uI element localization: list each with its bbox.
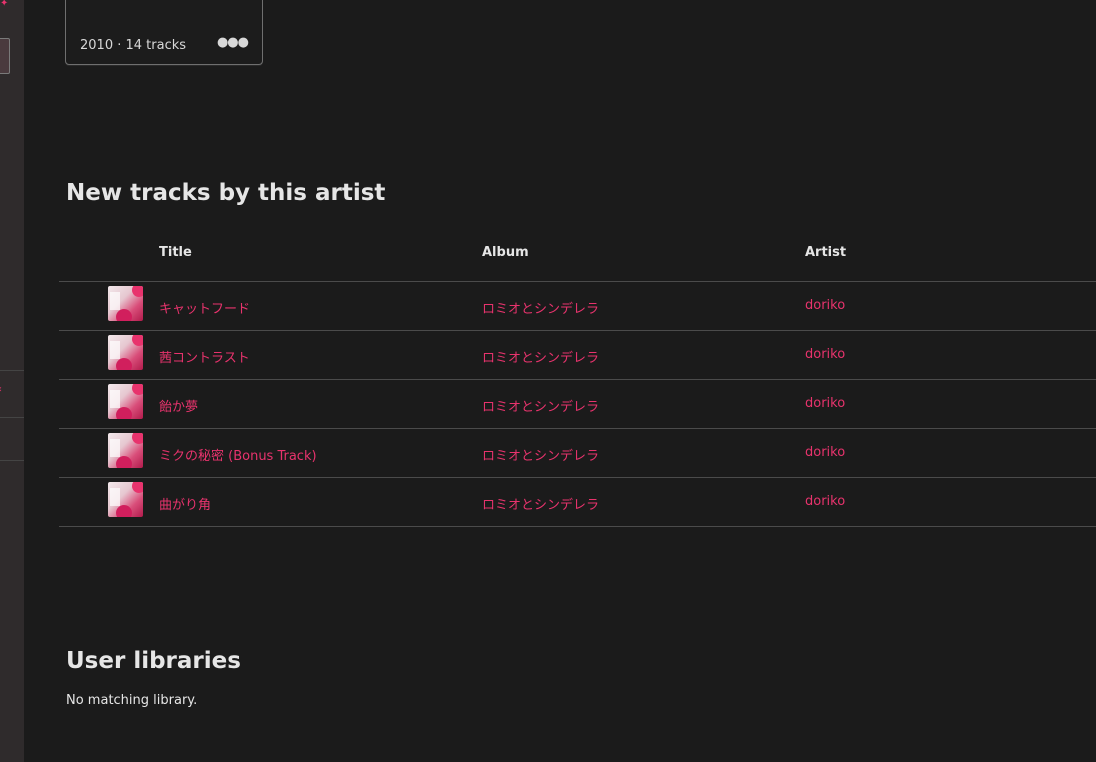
track-artist-link[interactable]: doriko	[805, 396, 845, 411]
album-track-count: · 14 tracks	[117, 38, 187, 53]
sidebar-divider	[0, 417, 24, 418]
section-title-user-libraries: User libraries	[66, 648, 241, 674]
track-album-link[interactable]: ロミオとシンデレラ	[482, 396, 599, 415]
album-cover-thumbnail[interactable]	[108, 433, 143, 468]
album-meta: 2010 · 14 tracks	[80, 38, 186, 53]
track-title-link[interactable]: 飴か夢	[159, 396, 198, 415]
chevron-left-icon[interactable]: ‹	[0, 384, 2, 395]
empty-state-text: No matching library.	[66, 693, 198, 708]
album-cover-thumbnail[interactable]	[108, 286, 143, 321]
table-row[interactable]: 茜コントラスト ロミオとシンデレラ doriko	[59, 331, 1096, 380]
track-title-link[interactable]: 曲がり角	[159, 494, 211, 513]
track-album-link[interactable]: ロミオとシンデレラ	[482, 445, 599, 464]
table-row[interactable]: キャットフード ロミオとシンデレラ doriko	[59, 282, 1096, 331]
track-album-link[interactable]: ロミオとシンデレラ	[482, 298, 599, 317]
track-title-link[interactable]: キャットフード	[159, 298, 250, 317]
album-cover-thumbnail[interactable]	[108, 384, 143, 419]
track-title-link[interactable]: 茜コントラスト	[159, 347, 250, 366]
column-header-artist[interactable]: Artist	[805, 245, 846, 260]
track-artist-link[interactable]: doriko	[805, 445, 845, 460]
column-header-album[interactable]: Album	[482, 245, 529, 260]
table-row[interactable]: 曲がり角 ロミオとシンデレラ doriko	[59, 478, 1096, 527]
album-year: 2010	[80, 38, 114, 53]
track-album-link[interactable]: ロミオとシンデレラ	[482, 347, 599, 366]
album-card[interactable]: 2010 · 14 tracks ●●●	[65, 0, 263, 65]
track-title-link[interactable]: ミクの秘密 (Bonus Track)	[159, 445, 317, 464]
tracks-table: Title Album Artist キャットフード ロミオとシンデレラ dor…	[59, 232, 1096, 527]
album-cover-thumbnail[interactable]	[108, 335, 143, 370]
sidebar-accent-icon: ✦	[0, 0, 9, 9]
sidebar-divider	[0, 460, 24, 461]
section-title-new-tracks: New tracks by this artist	[66, 180, 386, 206]
column-header-title[interactable]: Title	[159, 245, 192, 260]
table-header: Title Album Artist	[59, 232, 1096, 282]
album-cover-thumbnail[interactable]	[108, 482, 143, 517]
sidebar-divider	[0, 370, 24, 371]
sidebar: ✦ ‹	[0, 0, 24, 762]
table-row[interactable]: ミクの秘密 (Bonus Track) ロミオとシンデレラ doriko	[59, 429, 1096, 478]
track-artist-link[interactable]: doriko	[805, 347, 845, 362]
track-artist-link[interactable]: doriko	[805, 494, 845, 509]
track-album-link[interactable]: ロミオとシンデレラ	[482, 494, 599, 513]
track-artist-link[interactable]: doriko	[805, 298, 845, 313]
more-options-icon[interactable]: ●●●	[217, 35, 249, 50]
sidebar-selected-item[interactable]	[0, 38, 10, 74]
table-row[interactable]: 飴か夢 ロミオとシンデレラ doriko	[59, 380, 1096, 429]
